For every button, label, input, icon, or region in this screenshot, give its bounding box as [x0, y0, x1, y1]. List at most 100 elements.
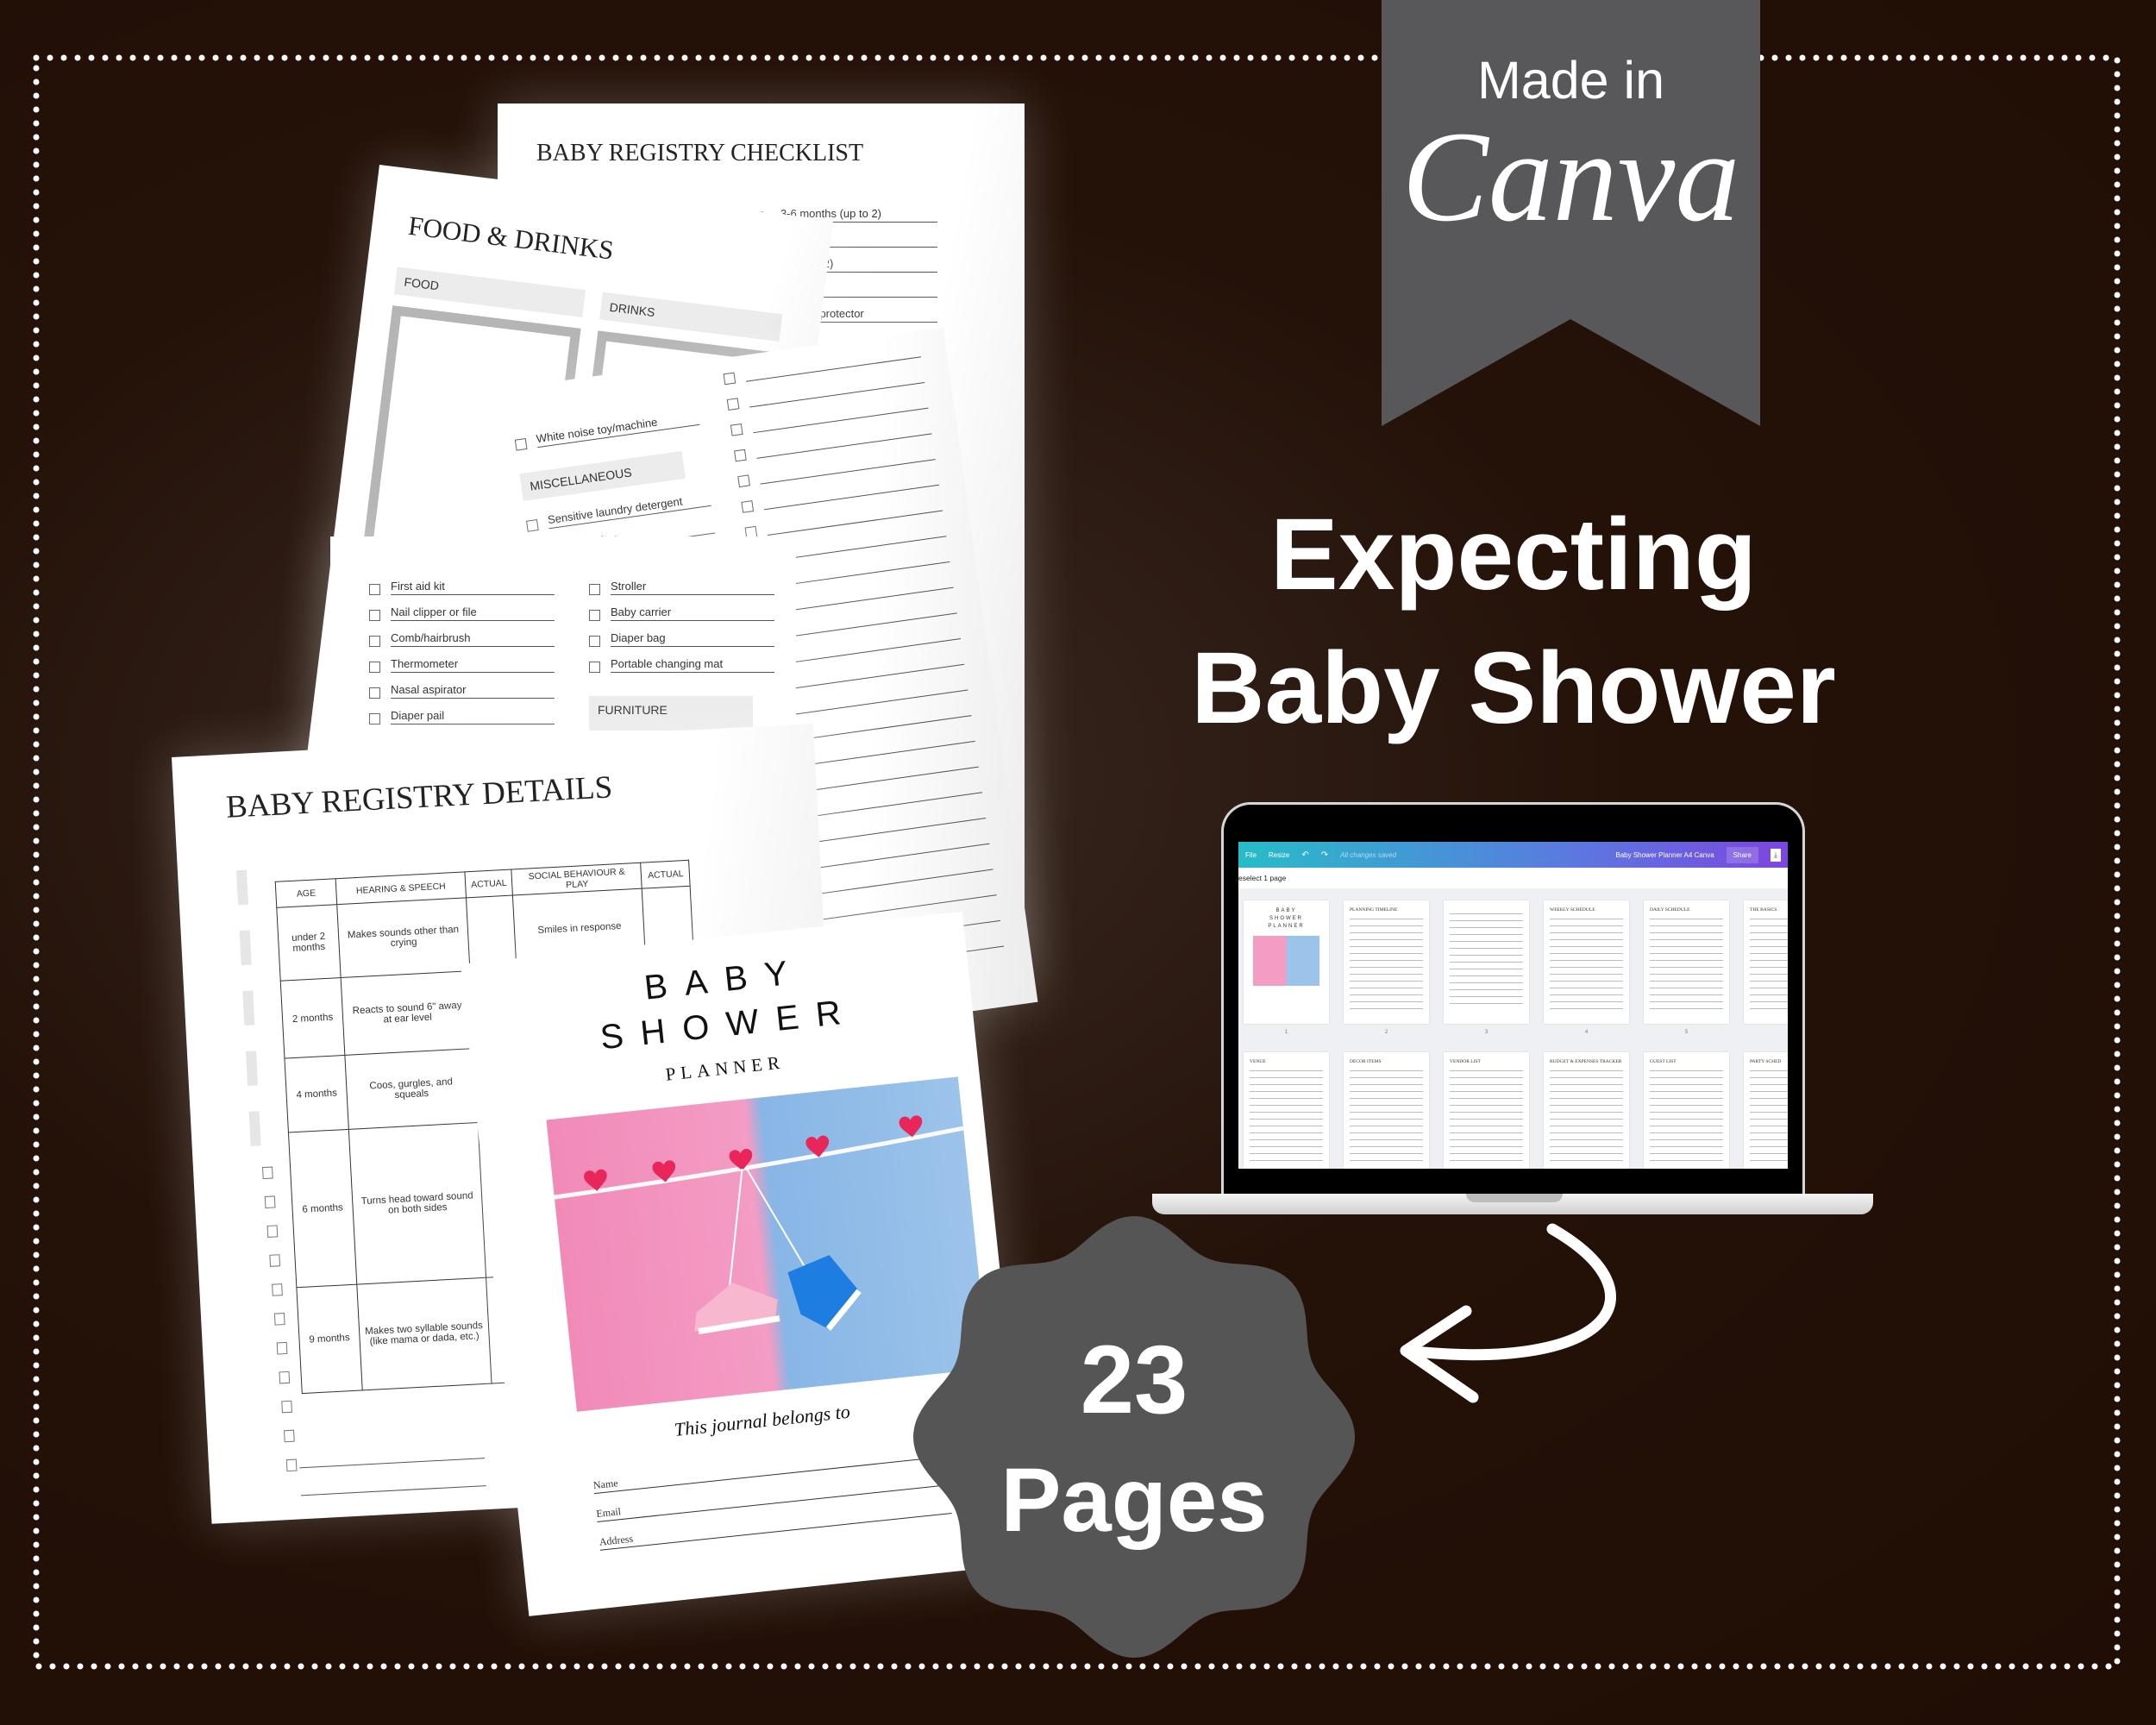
checklist-item-label: First aid kit	[391, 580, 555, 595]
thumbnail-line	[1650, 994, 1723, 995]
checkbox[interactable]	[741, 500, 755, 513]
checkbox[interactable]	[281, 1400, 292, 1414]
thumbnail-line	[1350, 918, 1423, 919]
deselect-link[interactable]: eselect 1 page	[1238, 874, 1286, 882]
file-menu[interactable]: File	[1245, 851, 1257, 859]
checkbox[interactable]	[266, 1225, 279, 1238]
checklist-item-label: Stroller	[611, 580, 774, 595]
page-thumbnail[interactable]: DAILY SCHEDULE	[1644, 900, 1729, 1024]
page-thumbnail[interactable]	[1444, 900, 1529, 1024]
thumbnail-line	[1450, 961, 1523, 963]
thumbnail-line	[1650, 938, 1723, 940]
checkbox[interactable]	[369, 584, 380, 595]
checkbox[interactable]	[526, 519, 539, 532]
thumbnail-line	[1250, 1104, 1323, 1106]
checkbox[interactable]	[726, 398, 740, 411]
thumbnail-line	[1550, 1145, 1623, 1147]
page-thumbnail[interactable]: GUEST LIST	[1644, 1052, 1729, 1169]
thumbnail-line	[1250, 1083, 1323, 1085]
page-thumbnail[interactable]: PLANNING TIMELINE	[1344, 900, 1429, 1024]
thumbnail-line	[1650, 959, 1723, 961]
thumbnail-line	[1450, 1097, 1523, 1099]
page-number: 1	[1284, 1030, 1288, 1035]
thumbnail-line	[1750, 918, 1788, 919]
page-thumbnail[interactable]: VENUE	[1244, 1052, 1329, 1169]
hearing-cell: Reacts to sound 6" away at ear level	[341, 970, 474, 1056]
thumbnail-line	[1550, 987, 1623, 988]
checklist-item: First aid kit	[369, 580, 555, 595]
thumbnail-line	[1750, 1132, 1788, 1133]
made-in-label: Made in	[1476, 51, 1664, 110]
thumbnail-line	[1550, 1132, 1623, 1133]
thumbnail-line	[1450, 975, 1523, 976]
thumbnail-line	[1250, 1152, 1323, 1154]
checkbox[interactable]	[369, 636, 380, 647]
page-thumbnail[interactable]: BABY SHOWER PLANNER	[1244, 900, 1329, 1024]
download-icon[interactable]: ⤓	[1771, 848, 1781, 862]
page-thumbnail[interactable]: DECOR ITEMS	[1344, 1052, 1429, 1169]
checklist-item: Nail clipper or file	[369, 605, 555, 621]
thumbnail-line	[1650, 987, 1723, 988]
checkbox[interactable]	[589, 636, 600, 647]
page-thumbnail[interactable]: WEEKLY SCHEDULE	[1544, 900, 1629, 1024]
checkbox[interactable]	[273, 1313, 285, 1326]
thumbnail-line	[1350, 1104, 1423, 1106]
page-thumbnail[interactable]: THE BASICS	[1744, 900, 1788, 1024]
checkbox[interactable]	[589, 610, 600, 621]
page-thumbnail[interactable]: VENDOR LIST	[1444, 1052, 1529, 1169]
thumbnail-line	[1350, 1145, 1423, 1147]
checkbox[interactable]	[730, 423, 743, 436]
page-number: 5	[1684, 1030, 1689, 1035]
checklist-item-label: Comb/hairbrush	[391, 631, 555, 647]
thumbnail-line	[1550, 1111, 1623, 1113]
checkbox[interactable]	[262, 1166, 273, 1180]
canva-logo: Canva	[1401, 105, 1740, 248]
checkbox[interactable]	[369, 610, 380, 621]
redo-icon[interactable]: ↷	[1321, 850, 1328, 860]
thumbnail-line	[1650, 966, 1723, 968]
age-cell: under 2 months	[276, 904, 342, 982]
thumbnail-line	[1450, 1002, 1523, 1004]
thumbnail-line	[1750, 973, 1788, 975]
hearing-cell: Coos, gurgles, and squeals	[344, 1048, 479, 1130]
thumbnail-line	[1650, 1111, 1723, 1113]
checkbox[interactable]	[737, 474, 750, 488]
age-cell: 2 months	[280, 977, 345, 1059]
checkbox[interactable]	[272, 1283, 283, 1296]
undo-icon[interactable]: ↶	[1301, 850, 1308, 860]
thumbnail-line	[1650, 1083, 1723, 1085]
checkbox[interactable]	[279, 1371, 291, 1384]
checklist-item: Nasal aspirator	[369, 683, 555, 699]
thumbnail-line	[1550, 973, 1623, 975]
thumbnail-line	[1750, 952, 1788, 954]
thumbnail-line	[1250, 1145, 1323, 1147]
registry-details-title: BABY REGISTRY DETAILS	[225, 769, 614, 825]
checkbox[interactable]	[369, 687, 380, 699]
page-thumbnail[interactable]: PARTY SCHED	[1744, 1052, 1788, 1169]
checkbox[interactable]	[276, 1341, 288, 1355]
checkbox[interactable]	[734, 448, 747, 462]
checkbox[interactable]	[369, 662, 380, 673]
thumbnail-title: PLANNING TIMELINE	[1350, 907, 1398, 913]
thumbnail-line	[1350, 1125, 1423, 1126]
page-thumbnail[interactable]: BUDGET & EXPENSES TRACKER	[1544, 1052, 1629, 1169]
checkbox[interactable]	[723, 372, 736, 386]
thumbnail-line	[1650, 1132, 1723, 1133]
checklist-item: Stroller	[589, 580, 774, 595]
checklist-item-label: Nail clipper or file	[391, 605, 555, 621]
thumbnail-line	[1650, 945, 1723, 947]
checkbox[interactable]	[264, 1195, 276, 1209]
thumbnail-line	[1350, 932, 1423, 933]
thumbnail-line	[1350, 925, 1423, 926]
checkbox[interactable]	[269, 1254, 281, 1267]
checkbox[interactable]	[589, 662, 600, 673]
thumbnail-line	[1650, 1159, 1723, 1161]
resize-menu[interactable]: Resize	[1269, 851, 1289, 859]
share-button[interactable]: Share	[1726, 846, 1759, 863]
checkbox[interactable]	[514, 437, 528, 451]
checklist-title: BABY REGISTRY CHECKLIST	[536, 140, 864, 166]
checkbox[interactable]	[285, 1458, 298, 1472]
checkbox[interactable]	[589, 584, 600, 595]
checkbox[interactable]	[284, 1429, 295, 1443]
checkbox[interactable]	[369, 713, 380, 724]
